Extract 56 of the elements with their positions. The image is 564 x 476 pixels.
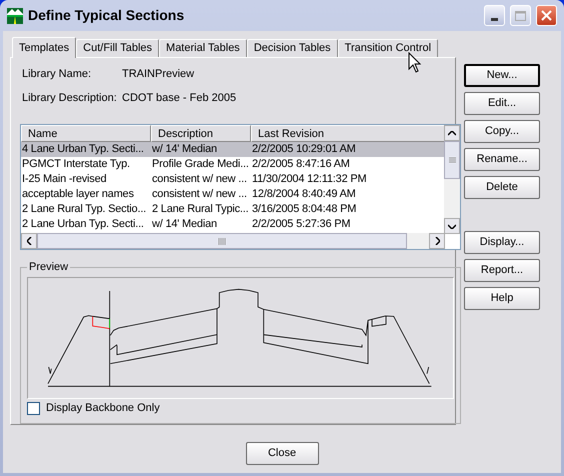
scroll-down-button[interactable] <box>444 218 460 234</box>
side-button[interactable]: Display... <box>464 231 540 254</box>
close-button[interactable]: Close <box>246 442 318 465</box>
library-description-value: CDOT base - Feb 2005 <box>122 90 236 106</box>
table-cell-text: consistent w/ new ... <box>151 187 248 202</box>
table-cell-text: w/ 14' Median <box>151 217 218 232</box>
column-header[interactable]: Last Revision <box>251 125 445 142</box>
table-cell-text: 2 Lane Urban Typ. Secti... <box>21 217 145 232</box>
scroll-right-button[interactable] <box>429 233 445 250</box>
side-button[interactable]: New... <box>464 64 540 87</box>
table-cell-text: 2/2/2005 8:47:16 AM <box>251 157 351 172</box>
grip-icon <box>448 156 456 164</box>
table-cell-text: 2/2/2005 5:27:36 PM <box>251 217 352 232</box>
table-cell-text: 4 Lane Urban Typ. Secti... <box>21 142 145 157</box>
table-cell-text: w/ 14' Median <box>151 142 218 157</box>
side-button[interactable]: Delete <box>464 176 540 199</box>
side-button[interactable]: Edit... <box>464 92 540 115</box>
table-cell-text: 2 Lane Rural Typ. Sectio... <box>21 202 148 217</box>
table-row[interactable]: 4 Lane Urban Typ. Secti... w/ 14' Median 2/2/2005 10:29:01 AM <box>21 142 445 157</box>
minimize-button[interactable] <box>484 5 505 26</box>
maximize-icon <box>515 10 526 20</box>
library-name-value: TRAINPreview <box>122 66 194 82</box>
column-header[interactable]: Description <box>151 125 251 142</box>
library-description-label: Library Description: <box>21 90 118 106</box>
side-button[interactable]: Report... <box>464 259 540 282</box>
tab[interactable]: Material Tables <box>159 39 247 57</box>
vertical-scrollbar[interactable] <box>444 125 460 234</box>
grip-icon <box>218 238 226 245</box>
table-cell-text: PGMCT Interstate Typ. <box>21 157 131 172</box>
table-cell-text: 2 Lane Rural Typic... <box>151 202 250 217</box>
column-header[interactable]: Name <box>21 125 151 142</box>
tab[interactable]: Templates <box>12 37 76 58</box>
table-cell-text: consistent w/ new ... <box>151 172 248 187</box>
window-title: Define Typical Sections <box>28 6 186 25</box>
tab[interactable]: Cut/Fill Tables <box>76 39 160 57</box>
table-cell-text: 12/8/2004 8:40:49 AM <box>251 187 357 202</box>
tab[interactable]: Decision Tables <box>246 39 338 57</box>
minimize-icon <box>491 18 498 21</box>
close-window-button[interactable] <box>536 5 557 26</box>
close-icon <box>541 10 552 21</box>
backbone-checkbox[interactable]: Display Backbone Only <box>27 401 454 416</box>
scroll-left-button[interactable] <box>21 233 37 250</box>
table-cell-text: Profile Grade Medi... <box>151 157 250 172</box>
scroll-up-button[interactable] <box>444 125 460 141</box>
app-icon <box>7 8 23 24</box>
tab[interactable]: Transition Control <box>338 39 438 57</box>
table-cell-text: 2/2/2005 10:29:01 AM <box>251 142 357 157</box>
table-cell-text: acceptable layer names <box>21 187 135 202</box>
scroll-thumb[interactable] <box>444 141 460 179</box>
side-button[interactable]: Help <box>464 287 540 310</box>
table-cell-text: 11/30/2004 12:11:32 PM <box>251 172 368 187</box>
side-button[interactable]: Rename... <box>464 148 540 171</box>
table-cell-text: I-25 Main -revised <box>21 172 108 187</box>
library-name-label: Library Name: <box>21 66 92 82</box>
side-button[interactable]: Copy... <box>464 120 540 143</box>
table-cell-text: 3/16/2005 8:04:48 PM <box>251 202 358 217</box>
